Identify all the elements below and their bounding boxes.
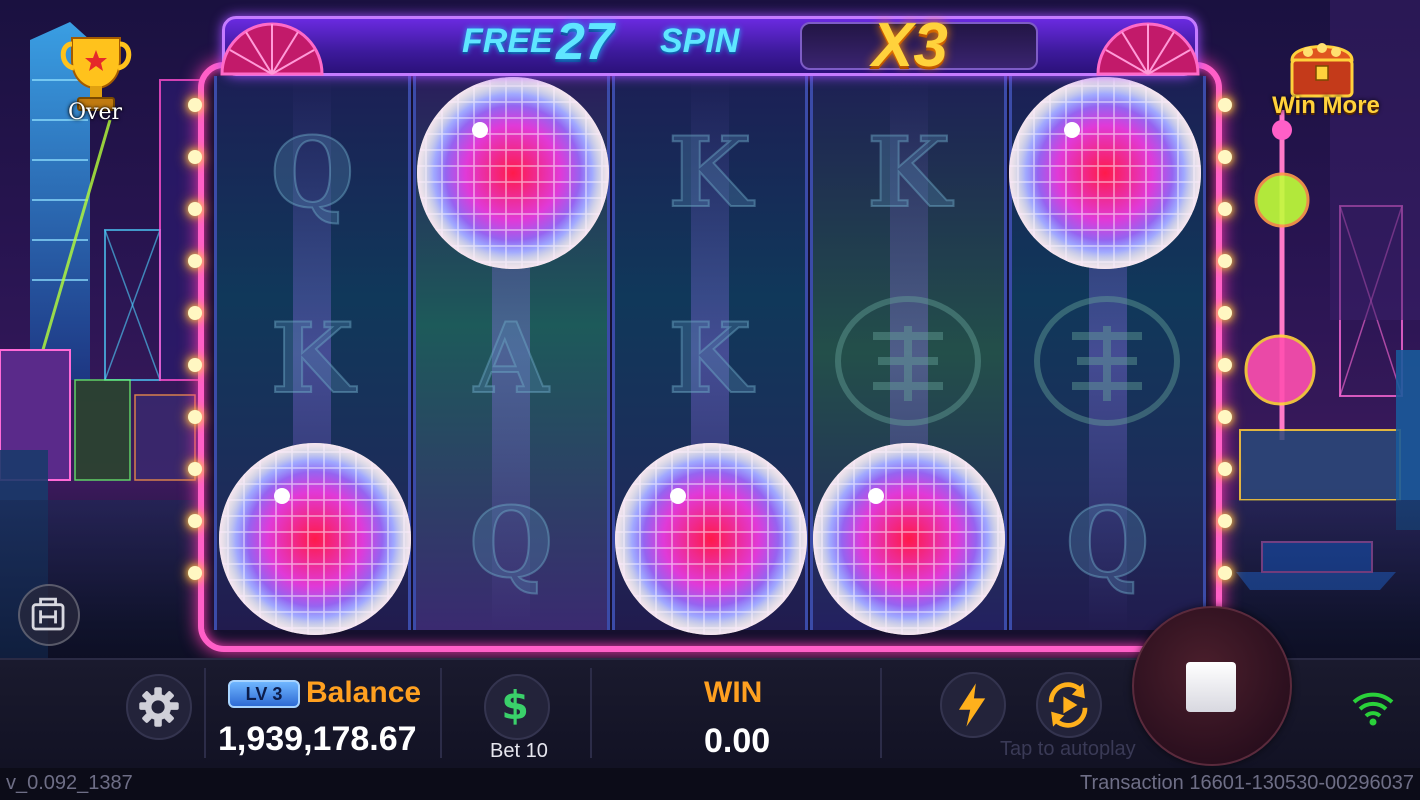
bag-icon [31, 597, 65, 631]
bulb [1218, 98, 1232, 112]
disco-ball-symbol [813, 443, 1005, 635]
divider [440, 668, 442, 758]
bulb [1218, 306, 1232, 320]
win-label: WIN [704, 676, 763, 709]
trophy-label: Over [67, 100, 122, 125]
bulb [1218, 410, 1232, 424]
bulb [1218, 150, 1232, 164]
disco-ball-symbol [219, 443, 411, 635]
symbol-a: A [473, 301, 549, 416]
level-badge: LV 3 [228, 680, 300, 708]
lightning-icon [958, 683, 986, 727]
bulb [188, 462, 202, 476]
autoplay-hint: Tap to autoplay [1000, 738, 1136, 760]
win-more-label[interactable]: Win More [1266, 92, 1386, 120]
autoplay-button[interactable] [1036, 672, 1102, 738]
free-label: FREE [462, 22, 553, 60]
divider [204, 668, 206, 758]
bulb [1218, 514, 1232, 528]
symbol-q: Q [1065, 485, 1151, 600]
bulb [188, 566, 202, 580]
bag-button[interactable] [18, 584, 80, 646]
bulb [188, 150, 202, 164]
disco-ball-symbol [615, 443, 807, 635]
bulb [188, 514, 202, 528]
turbo-button[interactable] [940, 672, 1006, 738]
fan-ornament-right [1096, 22, 1200, 76]
symbol-k: K [866, 115, 951, 230]
win-value: 0.00 [704, 722, 771, 760]
bulb [188, 410, 202, 424]
spin-label: SPIN [660, 22, 740, 60]
balance-label: Balance [306, 676, 422, 709]
balance-value: 1,939,178.67 [218, 720, 417, 758]
version-label: v_0.092_1387 [6, 772, 133, 794]
symbol-q: Q [468, 485, 554, 600]
svg-text:$: $ [501, 683, 528, 729]
stop-icon[interactable] [1186, 662, 1236, 712]
bet-label: Bet 10 [490, 740, 548, 762]
bulb [188, 98, 202, 112]
seal-symbol-icon [835, 296, 982, 426]
multiplier-value: X3 [872, 11, 948, 80]
disco-ball-symbol [1009, 77, 1201, 269]
game-scene: Over Win More Q K A Q K K K Q FREE 27 SP… [0, 0, 1420, 800]
disco-ball-symbol [417, 77, 609, 269]
free-spin-count: 27 [556, 13, 614, 71]
divider [880, 668, 882, 758]
bet-button[interactable]: $ [484, 674, 550, 740]
symbol-k: K [667, 115, 752, 230]
settings-button[interactable] [126, 674, 192, 740]
symbol-k: K [270, 301, 355, 416]
autoplay-icon [1048, 682, 1088, 728]
bulb [1218, 254, 1232, 268]
seal-symbol-icon [1034, 296, 1181, 426]
wifi-icon [1352, 692, 1394, 726]
bulb [188, 306, 202, 320]
bulb [1218, 462, 1232, 476]
gear-icon [139, 687, 179, 727]
dollar-icon: $ [501, 683, 528, 729]
bulb [188, 254, 202, 268]
bulb [1218, 566, 1232, 580]
bulb [1218, 358, 1232, 372]
divider [590, 668, 592, 758]
bulb [188, 358, 202, 372]
fan-ornament-left [220, 22, 324, 76]
symbol-k: K [667, 301, 752, 416]
bulb [1218, 202, 1232, 216]
transaction-label: Transaction 16601-130530-00296037 [1080, 772, 1414, 794]
bulb [188, 202, 202, 216]
symbol-q: Q [270, 115, 356, 230]
